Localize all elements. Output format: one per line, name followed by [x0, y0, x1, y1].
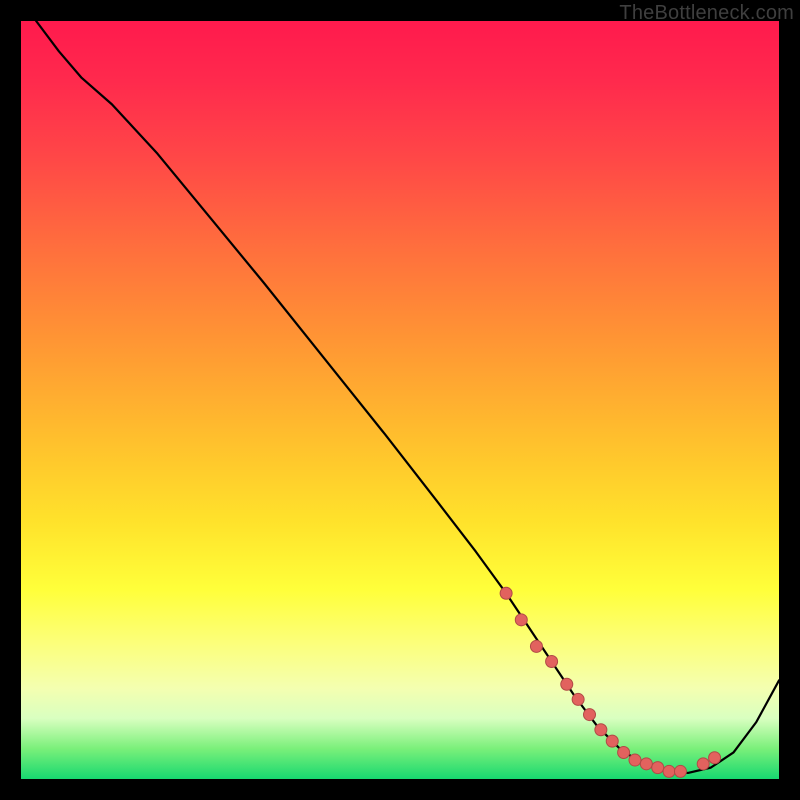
highlight-dot: [500, 587, 512, 599]
highlight-dot: [595, 724, 607, 736]
bottleneck-curve: [36, 21, 779, 773]
highlight-dot: [709, 752, 721, 764]
highlight-dot: [584, 709, 596, 721]
highlight-dot: [629, 754, 641, 766]
attribution-label: TheBottleneck.com: [619, 2, 794, 25]
highlight-dot: [561, 678, 573, 690]
highlight-dot: [606, 735, 618, 747]
highlight-dot: [674, 765, 686, 777]
highlight-dots: [500, 587, 720, 777]
highlight-dot: [652, 762, 664, 774]
highlight-dot: [546, 656, 558, 668]
chart-frame: TheBottleneck.com: [0, 0, 800, 800]
highlight-dot: [530, 640, 542, 652]
highlight-dot: [697, 758, 709, 770]
highlight-dot: [618, 746, 630, 758]
chart-overlay: [21, 21, 779, 779]
highlight-dot: [572, 693, 584, 705]
highlight-dot: [663, 765, 675, 777]
highlight-dot: [515, 614, 527, 626]
highlight-dot: [640, 758, 652, 770]
